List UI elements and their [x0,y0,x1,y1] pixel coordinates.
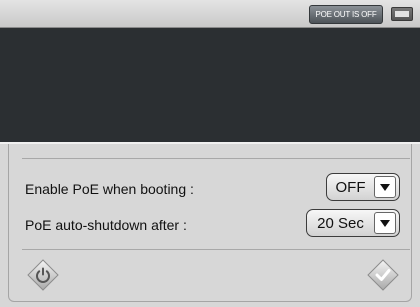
settings-panel: Enable PoE when booting : OFF PoE auto-s… [0,142,420,307]
auto-shutdown-dropdown[interactable]: 20 Sec [306,209,400,237]
checkmark-icon[interactable] [367,259,399,291]
enable-poe-dropdown[interactable]: OFF [326,173,400,201]
enable-poe-label: Enable PoE when booting : [25,181,194,197]
poe-out-status-button[interactable]: POE OUT IS OFF [309,5,383,24]
divider-top [22,158,410,159]
auto-shutdown-value: 20 Sec [317,214,364,232]
status-bar: POE OUT IS OFF [0,0,420,28]
chevron-down-icon[interactable] [374,176,396,198]
chevron-down-icon[interactable] [374,212,396,234]
empty-display-area [0,28,420,142]
auto-shutdown-label: PoE auto-shutdown after : [25,217,187,233]
power-icon[interactable] [27,259,59,291]
divider-bottom [22,249,410,250]
enable-poe-value: OFF [335,178,366,196]
battery-icon [391,7,413,21]
